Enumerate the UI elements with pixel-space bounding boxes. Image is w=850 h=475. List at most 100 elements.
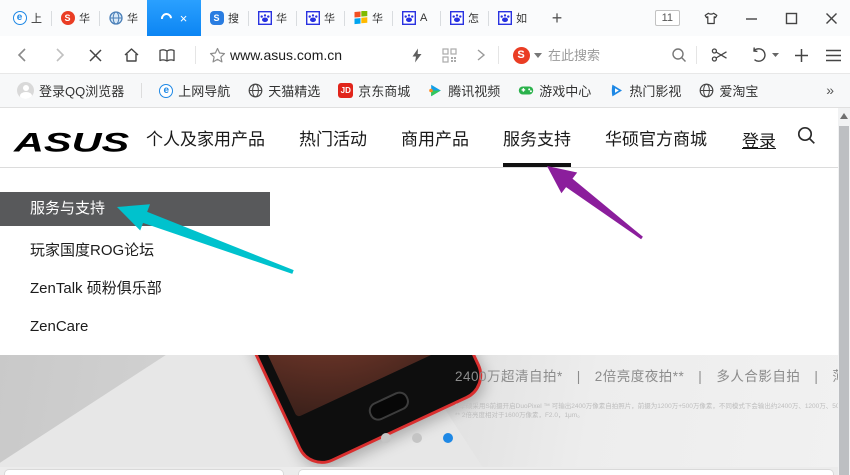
asus-site-header: ASUS 个人及家用产品 热门活动 商用产品 服务支持 华硕官方商城 登录 <box>0 108 838 168</box>
qr-code-icon[interactable] <box>438 44 460 66</box>
site-login-link[interactable]: 登录 <box>742 127 776 152</box>
globe-icon <box>248 83 263 98</box>
browser-tab[interactable]: 华 <box>297 0 344 36</box>
screenshot-scissors-icon[interactable] <box>708 44 730 66</box>
scrollbar-up-arrow-icon[interactable] <box>840 113 848 119</box>
bookmarks-separator <box>141 83 142 98</box>
sogou-search-engine-icon[interactable]: S <box>510 44 532 66</box>
carousel-dots <box>381 433 453 443</box>
close-window-button[interactable] <box>822 9 840 27</box>
bookmark-item[interactable]: 热门影视 <box>604 81 686 100</box>
tab-title: 华 <box>372 10 384 26</box>
browser-tab[interactable]: 如 <box>489 0 536 36</box>
asus-logo[interactable]: ASUS <box>14 128 129 158</box>
favorite-star-icon[interactable] <box>206 44 228 66</box>
skin-tshirt-icon[interactable] <box>702 9 720 27</box>
jd-icon: JD <box>338 83 353 98</box>
browser-tab[interactable]: 华 <box>345 0 392 36</box>
tab-title: 如 <box>516 10 528 26</box>
sogou-blue-icon: S <box>209 11 224 26</box>
login-qq-browser[interactable]: 登录QQ浏览器 <box>12 81 129 100</box>
back-button[interactable] <box>12 44 34 66</box>
toolbar-separator <box>195 46 196 64</box>
tab-title: 上 <box>31 10 43 26</box>
menu-hamburger-icon[interactable] <box>822 44 844 66</box>
baidu-paw-icon <box>449 11 464 26</box>
window-controls: 11 <box>655 0 850 36</box>
browser-tab[interactable]: A <box>393 0 440 36</box>
search-input[interactable] <box>548 43 666 67</box>
windows-icon <box>353 11 368 26</box>
expand-chevron-icon[interactable] <box>470 44 492 66</box>
undo-history-icon[interactable] <box>748 44 770 66</box>
nav-item-consumer[interactable]: 个人及家用产品 <box>146 125 265 150</box>
play-video-icon <box>609 83 624 98</box>
tab-title: 搜 <box>228 10 240 26</box>
browser-tab-active[interactable]: × <box>147 0 201 36</box>
bookmark-item[interactable]: 天猫精选 <box>243 81 325 100</box>
minimize-button[interactable] <box>742 9 760 27</box>
bookmark-item[interactable]: 腾讯视频 <box>423 81 505 100</box>
lightning-speed-icon[interactable] <box>406 44 428 66</box>
site-nav: 个人及家用产品 热门活动 商用产品 服务支持 华硕官方商城 <box>146 108 707 166</box>
browser-tab[interactable]: S 搜 <box>201 0 248 36</box>
undo-dropdown-icon[interactable] <box>770 44 780 66</box>
maximize-button[interactable] <box>782 9 800 27</box>
stop-button[interactable] <box>84 44 106 66</box>
close-tab-icon[interactable]: × <box>180 12 188 25</box>
carousel-dot[interactable] <box>412 433 422 443</box>
menu-item-rog-forum[interactable]: 玩家国度ROG论坛 <box>0 234 154 268</box>
webpage-viewport: 2400万超清自拍* | 2倍亮度夜拍** | 多人合影自拍 | 薄至6.85m… <box>0 108 838 475</box>
tab-title: 怎 <box>468 10 480 26</box>
globe-icon <box>699 83 714 98</box>
bookmark-item[interactable]: JD 京东商城 <box>333 81 415 100</box>
content-card <box>298 469 834 475</box>
browser-tab[interactable]: 华 <box>249 0 296 36</box>
browser-window: e 上 S 华 华 × S 搜 华 <box>0 0 850 475</box>
banner-fine-print: * 华硕采用S前摄开启DuoPixel ™ 可输出2400万像素自拍照片，前摄为… <box>455 402 838 420</box>
menu-item-service-support[interactable]: 服务与支持 <box>0 192 270 226</box>
search-engine-dropdown-icon[interactable] <box>533 44 543 66</box>
tab-count-badge[interactable]: 11 <box>655 10 680 26</box>
page-scrollbar[interactable] <box>838 108 850 475</box>
reading-list-icon[interactable] <box>156 44 178 66</box>
site-search-icon[interactable] <box>797 126 816 145</box>
bookmarks-overflow-chevron[interactable]: » <box>826 82 834 98</box>
nav-item-support[interactable]: 服务支持 <box>503 125 571 150</box>
toolbar-separator <box>498 46 499 64</box>
carousel-dot-active[interactable] <box>443 433 453 443</box>
nav-item-business[interactable]: 商用产品 <box>401 125 469 150</box>
browser-tab[interactable]: S 华 <box>52 0 99 36</box>
content-card <box>4 469 284 475</box>
home-button[interactable] <box>120 44 142 66</box>
baidu-paw-icon <box>305 11 320 26</box>
nav-item-store[interactable]: 华硕官方商城 <box>605 125 707 150</box>
nav-item-promotions[interactable]: 热门活动 <box>299 125 367 150</box>
address-bar-input[interactable] <box>230 43 405 67</box>
tab-title: A <box>420 12 432 24</box>
avatar-icon <box>17 82 34 99</box>
tab-title: 华 <box>79 10 91 26</box>
menu-item-zentalk[interactable]: ZenTalk 硕粉俱乐部 <box>0 272 162 306</box>
bookmark-item[interactable]: 游戏中心 <box>513 81 596 100</box>
browser-tab[interactable]: 华 <box>100 0 147 36</box>
menu-item-zencare[interactable]: ZenCare <box>0 310 88 344</box>
carousel-dot[interactable] <box>381 433 391 443</box>
scrollbar-thumb[interactable] <box>839 126 849 475</box>
browser-tab[interactable]: e 上 <box>4 0 51 36</box>
browser-tab-bar: e 上 S 华 华 × S 搜 华 <box>0 0 850 36</box>
forward-button[interactable] <box>48 44 70 66</box>
tab-title: 华 <box>276 10 288 26</box>
new-tab-button[interactable]: + <box>544 5 570 31</box>
sogou-red-icon: S <box>60 11 75 26</box>
globe-icon <box>108 11 123 26</box>
tab-title: 华 <box>127 10 139 26</box>
browser-tab[interactable]: 怎 <box>441 0 488 36</box>
baidu-paw-icon <box>497 11 512 26</box>
bookmark-item[interactable]: 爱淘宝 <box>694 81 763 100</box>
add-plus-icon[interactable] <box>790 44 812 66</box>
bookmark-item[interactable]: e 上网导航 <box>154 81 235 100</box>
search-magnifier-icon[interactable] <box>668 44 690 66</box>
tencent-video-icon <box>428 83 443 98</box>
tab-title: 华 <box>324 10 336 26</box>
